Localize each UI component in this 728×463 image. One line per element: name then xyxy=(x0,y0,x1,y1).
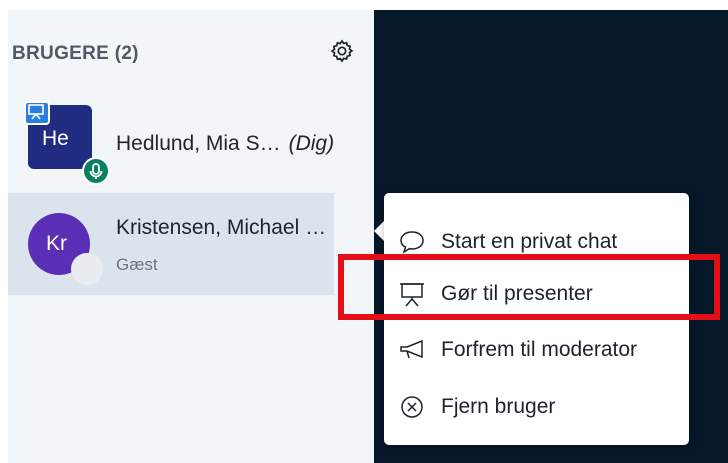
menu-item-make-presenter[interactable]: Gør til presenter xyxy=(384,267,689,319)
microphone-icon xyxy=(82,157,110,185)
avatar-initials: Kr xyxy=(46,232,67,255)
avatar: He xyxy=(24,101,110,185)
you-tag: (Dig) xyxy=(288,132,335,155)
megaphone-icon xyxy=(400,339,423,359)
gear-icon[interactable] xyxy=(329,38,355,64)
user-row-kristensen[interactable]: Kr Kristensen, Michael … Gæst xyxy=(8,193,334,295)
menu-item-remove-user[interactable]: Fjern bruger xyxy=(384,380,689,432)
avatar-initials: He xyxy=(42,127,69,150)
chat-bubble-icon xyxy=(400,231,424,254)
menu-item-label: Forfrem til moderator xyxy=(441,338,638,361)
user-context-menu: Start en privat chat Gør til presenter F… xyxy=(384,193,689,445)
user-name: Kristensen, Michael … xyxy=(116,216,327,239)
remove-circle-icon xyxy=(401,396,423,418)
menu-item-label: Gør til presenter xyxy=(441,282,593,305)
user-name-text: Hedlund, Mia S… xyxy=(116,132,281,155)
menu-item-label: Fjern bruger xyxy=(441,395,556,418)
presentation-board-icon xyxy=(400,283,424,307)
menu-item-private-chat[interactable]: Start en privat chat xyxy=(384,215,689,267)
user-name: Hedlund, Mia S… (Dig) xyxy=(116,132,334,156)
user-role: Gæst xyxy=(116,255,158,274)
presenter-icon xyxy=(24,101,50,125)
user-row-self[interactable]: He Hedlund, Mia S… (Dig) xyxy=(8,100,334,185)
menu-item-label: Start en privat chat xyxy=(441,230,618,253)
user-list-title: BRUGERE (2) xyxy=(12,43,139,64)
menu-pointer xyxy=(374,221,384,241)
status-indicator xyxy=(71,253,103,285)
menu-item-promote-moderator[interactable]: Forfrem til moderator xyxy=(384,323,689,375)
